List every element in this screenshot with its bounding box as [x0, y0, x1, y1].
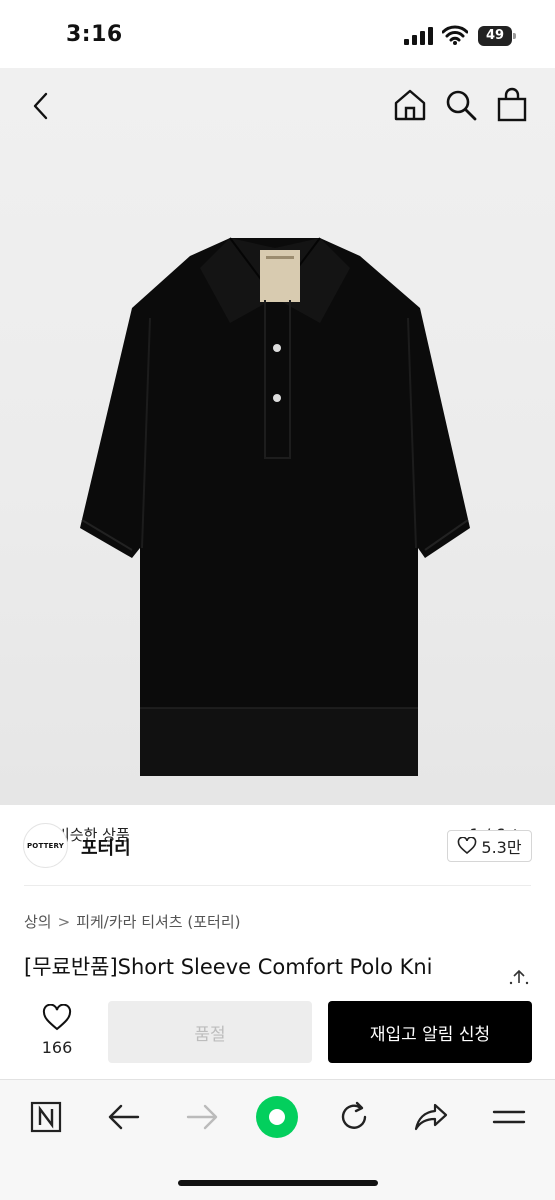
product-gallery[interactable]: 비슷한 상품 1 / 6	[0, 68, 555, 851]
cellular-signal-icon	[404, 27, 433, 45]
shopping-bag-icon[interactable]	[494, 87, 530, 123]
breadcrumb: 상의 > 피케/카라 티셔츠 (포터리)	[24, 911, 240, 932]
status-bar: 3:16 49	[0, 0, 555, 68]
heart-icon	[458, 837, 477, 855]
forward-arrow-icon[interactable]	[182, 1098, 222, 1136]
menu-icon[interactable]	[489, 1098, 529, 1136]
green-dot-icon[interactable]	[252, 1093, 302, 1141]
refresh-icon[interactable]	[334, 1098, 374, 1136]
wish-button[interactable]: 166	[28, 1002, 86, 1062]
wish-count: 166	[41, 1038, 73, 1057]
n-logo-icon[interactable]	[26, 1098, 66, 1136]
share-icon[interactable]	[411, 1098, 451, 1136]
search-icon[interactable]	[443, 87, 479, 123]
product-title: [무료반품]Short Sleeve Comfort Polo Kni	[24, 955, 433, 979]
breadcrumb-subcategory[interactable]: 피케/카라 티셔츠 (포터리)	[76, 913, 240, 931]
back-arrow-icon[interactable]	[104, 1098, 144, 1136]
chevron-left-icon[interactable]	[24, 88, 60, 124]
brand-like-count: 5.3만	[481, 838, 522, 857]
home-indicator	[178, 1180, 378, 1186]
scroll-top-icon[interactable]	[508, 968, 530, 986]
breadcrumb-category[interactable]: 상의	[24, 913, 52, 931]
soldout-button: 품절	[108, 1001, 312, 1063]
brand-like-button[interactable]: 5.3만	[447, 830, 532, 862]
wifi-icon	[442, 25, 468, 45]
product-image	[80, 237, 470, 776]
divider	[24, 885, 531, 886]
brand-logo[interactable]: POTTERY	[23, 823, 68, 868]
restock-alert-button[interactable]: 재입고 알림 신청	[328, 1001, 532, 1063]
breadcrumb-separator: >	[57, 913, 71, 931]
battery-icon: 49	[478, 26, 516, 46]
brand-name[interactable]: 포터리	[81, 834, 131, 860]
status-time: 3:16	[66, 22, 123, 47]
battery-level: 49	[478, 26, 512, 46]
home-icon[interactable]	[392, 87, 428, 123]
heart-icon	[42, 1003, 72, 1031]
